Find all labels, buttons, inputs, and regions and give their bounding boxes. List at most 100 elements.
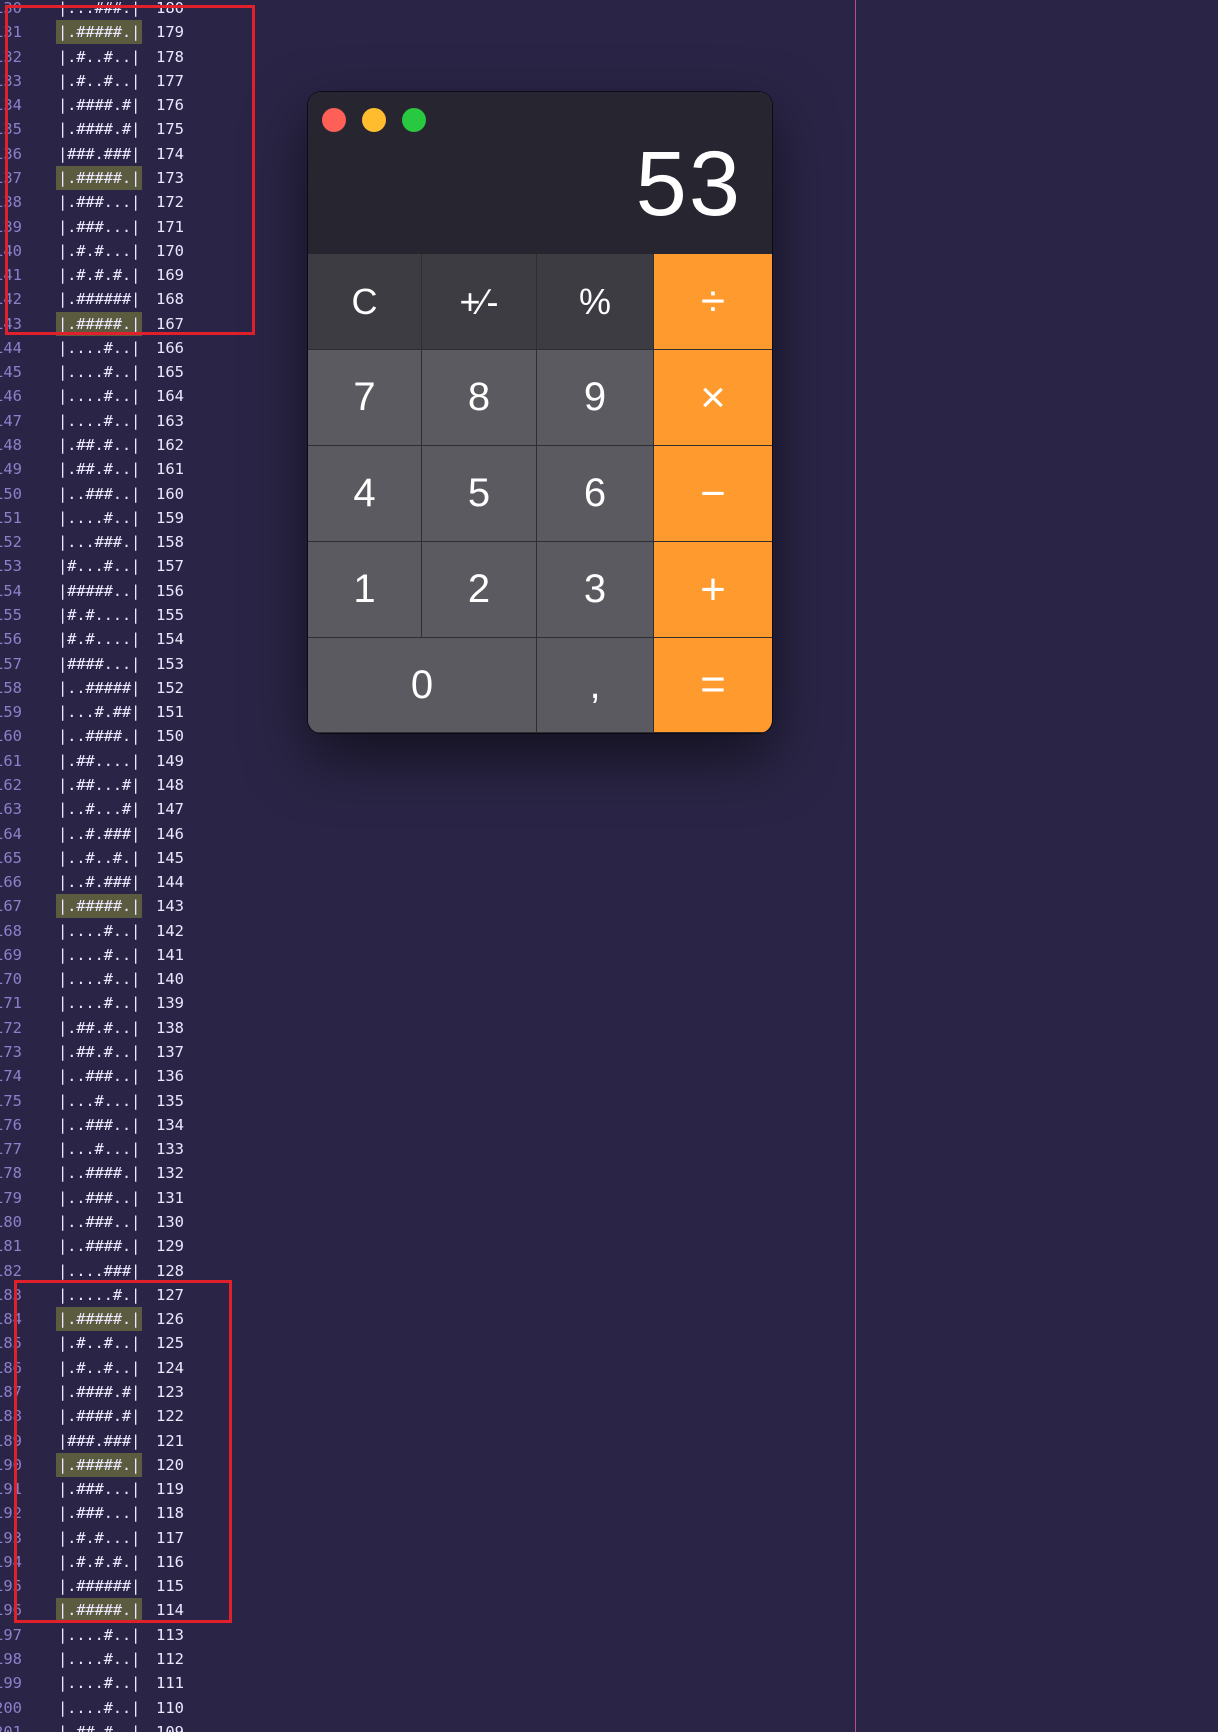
code-line: 197 |....#..| 113	[0, 1623, 260, 1647]
digit-6-button[interactable]: 6	[537, 446, 654, 542]
code-text: |....#..|	[58, 994, 141, 1013]
row-value: 142	[156, 921, 184, 940]
divide-button[interactable]: ÷	[654, 254, 772, 350]
multiply-button[interactable]: ×	[654, 350, 772, 446]
digit-2-button[interactable]: 2	[422, 542, 537, 638]
zoom-window-button[interactable]	[402, 108, 426, 132]
selection-box-bottom	[14, 1280, 232, 1623]
clear-button[interactable]: C	[308, 254, 422, 350]
line-number: 177	[0, 1140, 22, 1159]
row-value: 164	[156, 387, 184, 406]
line-number: 145	[0, 363, 22, 382]
code-line: 156 |#.#....| 154	[0, 627, 260, 651]
selection-box-top	[5, 5, 255, 335]
code-line: 146 |....#..| 164	[0, 384, 260, 408]
code-text: |..#####|	[58, 678, 141, 697]
row-value: 162	[156, 436, 184, 455]
line-number: 169	[0, 945, 22, 964]
code-line: 177 |...#...| 133	[0, 1137, 260, 1161]
digit-5-button[interactable]: 5	[422, 446, 537, 542]
row-value: 155	[156, 606, 184, 624]
row-value: 134	[156, 1115, 184, 1134]
line-number: 144	[0, 338, 22, 357]
code-line: 200 |....#..| 110	[0, 1696, 260, 1720]
code-text: |....#..|	[58, 945, 141, 964]
line-number: 149	[0, 460, 22, 479]
calculator-display: 53	[635, 133, 742, 235]
code-line: 158 |..#####| 152	[0, 676, 260, 700]
code-line: 147 |....#..| 163	[0, 409, 260, 433]
line-number: 165	[0, 848, 22, 867]
digit-7-button[interactable]: 7	[308, 350, 422, 446]
percent-button[interactable]: %	[537, 254, 654, 350]
line-number: 159	[0, 703, 22, 722]
line-number: 152	[0, 533, 22, 552]
line-number: 146	[0, 387, 22, 406]
subtract-button[interactable]: −	[654, 446, 772, 542]
close-window-button[interactable]	[322, 108, 346, 132]
row-value: 139	[156, 994, 184, 1013]
row-value: 143	[156, 897, 184, 916]
code-line: 168 |....#..| 142	[0, 919, 260, 943]
code-line: 145 |....#..| 165	[0, 360, 260, 384]
line-number: 171	[0, 994, 22, 1013]
line-number: 175	[0, 1091, 22, 1110]
line-number: 181	[0, 1237, 22, 1256]
code-text: |..###..|	[58, 484, 141, 503]
line-number: 200	[0, 1698, 22, 1717]
code-text: |...#...|	[58, 1091, 141, 1110]
digit-0-button[interactable]: 0	[308, 638, 537, 733]
code-line: 154 |#####..| 156	[0, 579, 260, 603]
toggle-sign-button[interactable]: +∕-	[422, 254, 537, 350]
code-text: |.##.#..|	[58, 1722, 141, 1732]
row-value: 151	[156, 703, 184, 722]
code-text: |....#..|	[58, 363, 141, 382]
minimize-window-button[interactable]	[362, 108, 386, 132]
digit-4-button[interactable]: 4	[308, 446, 422, 542]
code-line: 161 |.##....| 149	[0, 749, 260, 773]
row-value: 113	[156, 1625, 184, 1644]
code-line: 169 |....#..| 141	[0, 943, 260, 967]
code-line: 178 |..####.| 132	[0, 1161, 260, 1185]
row-value: 132	[156, 1164, 184, 1183]
equals-button[interactable]: =	[654, 638, 772, 733]
code-line: 170 |....#..| 140	[0, 967, 260, 991]
digit-9-button[interactable]: 9	[537, 350, 654, 446]
line-number: 151	[0, 508, 22, 527]
code-line: 171 |....#..| 139	[0, 991, 260, 1015]
code-text: |..#..#.|	[58, 848, 141, 867]
code-text: |.##...#|	[58, 775, 141, 794]
line-number: 178	[0, 1164, 22, 1183]
code-text: |..####.|	[58, 727, 141, 746]
row-value: 131	[156, 1188, 184, 1207]
row-value: 128	[156, 1261, 184, 1280]
digit-1-button[interactable]: 1	[308, 542, 422, 638]
line-number: 153	[0, 557, 22, 576]
code-line: 152 |...###.| 158	[0, 530, 260, 554]
row-value: 159	[156, 508, 184, 527]
decimal-button[interactable]: ,	[537, 638, 654, 733]
code-text: |..###..|	[58, 1188, 141, 1207]
code-text: |..###..|	[58, 1067, 141, 1086]
code-text: |#...#..|	[58, 557, 141, 576]
line-number: 163	[0, 800, 22, 819]
row-value: 145	[156, 848, 184, 867]
digit-8-button[interactable]: 8	[422, 350, 537, 446]
row-value: 154	[156, 630, 184, 649]
code-line: 163 |..#...#| 147	[0, 797, 260, 821]
code-line: 144 |....#..| 166	[0, 336, 260, 360]
row-value: 112	[156, 1650, 184, 1669]
digit-3-button[interactable]: 3	[537, 542, 654, 638]
row-value: 137	[156, 1043, 184, 1062]
code-line: 148 |.##.#..| 162	[0, 433, 260, 457]
code-text: |..#.###|	[58, 873, 141, 892]
code-text: |....#..|	[58, 1698, 141, 1717]
code-text: |....#..|	[58, 970, 141, 989]
line-number: 164	[0, 824, 22, 843]
line-number: 199	[0, 1674, 22, 1693]
code-line: 175 |...#...| 135	[0, 1089, 260, 1113]
row-value: 150	[156, 727, 184, 746]
row-value: 166	[156, 338, 184, 357]
row-value: 158	[156, 533, 184, 552]
add-button[interactable]: +	[654, 542, 772, 638]
